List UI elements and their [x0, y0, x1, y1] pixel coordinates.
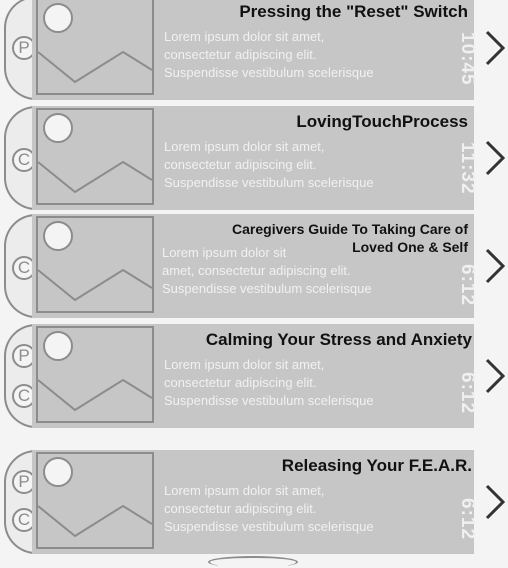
scroll-edge-arc — [208, 556, 298, 568]
list-item[interactable]: C LovingTouchProcess Lorem ipsum dolor s… — [0, 106, 508, 210]
image-placeholder-icon — [36, 108, 154, 205]
desc-line: Suspendisse vestibulum scelerisque — [164, 65, 374, 80]
desc-line: amet, consectetur adipiscing elit. — [162, 263, 351, 278]
card-panel[interactable]: Calming Your Stress and Anxiety Lorem ip… — [32, 324, 478, 428]
card-panel[interactable]: Releasing Your F.E.A.R. Lorem ipsum dolo… — [32, 450, 478, 554]
list-item[interactable]: C Caregivers Guide To Taking Care of Lov… — [0, 214, 508, 318]
list-item[interactable]: P C Calming Your Stress and Anxiety Lore… — [0, 324, 508, 428]
desc-line: Lorem ipsum dolor sit — [162, 245, 287, 260]
list-item[interactable]: P C Releasing Your F.E.A.R. Lorem ipsum … — [0, 450, 508, 554]
chevron-right-icon[interactable] — [483, 246, 507, 286]
item-description: Lorem ipsum dolor sit amet, consectetur … — [164, 28, 394, 82]
desc-line: Lorem ipsum dolor sit amet, — [164, 483, 325, 498]
image-placeholder-icon — [36, 326, 154, 423]
duration-label: 6:12 — [457, 372, 478, 415]
image-placeholder-icon — [36, 216, 154, 313]
desc-line: consectetur adipiscing elit. — [164, 501, 317, 516]
card-panel[interactable]: Pressing the "Reset" Switch Lorem ipsum … — [32, 0, 478, 100]
item-title: Calming Your Stress and Anxiety — [205, 330, 472, 349]
card-panel[interactable]: Caregivers Guide To Taking Care of Loved… — [32, 214, 478, 318]
chevron-right-icon[interactable] — [483, 138, 507, 178]
item-description: Lorem ipsum dolor sit amet, consectetur … — [164, 482, 394, 536]
desc-line: Suspendisse vestibulum scelerisque — [164, 393, 374, 408]
item-description: Lorem ipsum dolor sit amet, consectetur … — [164, 138, 394, 192]
desc-line: Suspendisse vestibulum scelerisque — [162, 281, 372, 296]
desc-line: consectetur adipiscing elit. — [164, 157, 317, 172]
desc-line: Suspendisse vestibulum scelerisque — [164, 519, 374, 534]
desc-line: Lorem ipsum dolor sit amet, — [164, 139, 325, 154]
item-description: Lorem ipsum dolor sit amet, consectetur … — [162, 244, 462, 298]
desc-line: consectetur adipiscing elit. — [164, 47, 317, 62]
item-title: LovingTouchProcess — [296, 112, 468, 131]
title-line: Caregivers Guide To Taking Care of — [232, 221, 468, 237]
duration-label: 6:12 — [457, 264, 478, 307]
list-item[interactable]: P Pressing the "Reset" Switch Lorem ipsu… — [0, 0, 508, 100]
duration-label: 6:12 — [457, 498, 478, 541]
desc-line: Lorem ipsum dolor sit amet, — [164, 357, 325, 372]
duration-label: 11:32 — [457, 142, 478, 195]
image-placeholder-icon — [36, 452, 154, 549]
chevron-right-icon[interactable] — [483, 356, 507, 396]
duration-label: 10:45 — [457, 32, 478, 86]
desc-line: consectetur adipiscing elit. — [164, 375, 317, 390]
desc-line: Lorem ipsum dolor sit amet, — [164, 29, 325, 44]
chevron-right-icon[interactable] — [483, 482, 507, 522]
item-title: Releasing Your F.E.A.R. — [281, 456, 472, 475]
desc-line: Suspendisse vestibulum scelerisque — [164, 175, 374, 190]
item-description: Lorem ipsum dolor sit amet, consectetur … — [164, 356, 394, 410]
chevron-right-icon[interactable] — [483, 28, 507, 68]
item-title: Pressing the "Reset" Switch — [239, 2, 468, 21]
card-panel[interactable]: LovingTouchProcess Lorem ipsum dolor sit… — [32, 106, 478, 210]
image-placeholder-icon — [36, 0, 154, 95]
